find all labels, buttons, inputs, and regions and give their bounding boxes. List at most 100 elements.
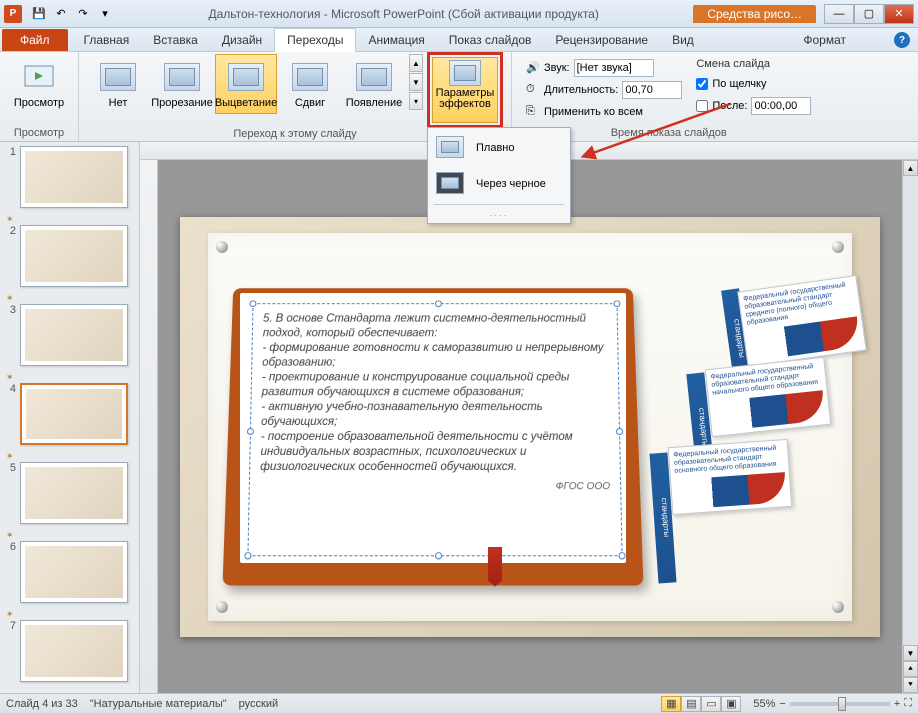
selection-handle[interactable] [613, 300, 620, 307]
thumbnail-7[interactable] [20, 620, 128, 682]
vertical-scrollbar[interactable]: ▲ ▼ ⯅ ⯆ [902, 160, 918, 693]
sound-icon: 🔊 [526, 61, 540, 75]
doc-card-1[interactable]: Федеральный государственный образователь… [737, 275, 866, 367]
slideshow-view-button[interactable]: ▣ [721, 696, 741, 712]
animation-indicator-icon[interactable]: ✶ [6, 451, 16, 462]
transition-cut[interactable]: Прорезание [151, 54, 213, 114]
after-checkbox[interactable] [696, 100, 708, 112]
doc-card-3[interactable]: Федеральный государственный образователь… [668, 438, 792, 514]
transition-wipe[interactable]: Появление [343, 54, 405, 114]
animation-indicator-icon[interactable]: ✶ [6, 214, 16, 225]
scroll-down-button[interactable]: ▼ [903, 645, 918, 661]
slide-thumbnails-panel: 1 ✶ 2 ✶ 3 ✶ 4 ✶ 5 ✶ 6 ✶ 7 [0, 142, 140, 693]
thumbnail-6[interactable] [20, 541, 128, 603]
pin-icon [216, 601, 228, 613]
minimize-button[interactable]: — [824, 4, 854, 24]
vertical-ruler[interactable] [140, 160, 158, 693]
transition-push[interactable]: Сдвиг [279, 54, 341, 114]
sorter-view-button[interactable]: ▤ [681, 696, 701, 712]
close-button[interactable]: ✕ [884, 4, 914, 24]
slide-canvas[interactable]: 5. В основе Стандарта лежит системно-дея… [158, 160, 902, 693]
selection-handle[interactable] [249, 300, 256, 307]
dropdown-item-smooth[interactable]: Плавно [430, 130, 568, 166]
theme-name[interactable]: "Натуральные материалы" [90, 698, 227, 710]
tab-file[interactable]: Файл [2, 29, 68, 51]
pin-icon [832, 241, 844, 253]
animation-indicator-icon[interactable]: ✶ [6, 609, 16, 620]
tab-design[interactable]: Дизайн [210, 29, 274, 51]
tab-transitions[interactable]: Переходы [274, 28, 356, 52]
qat-more-icon[interactable]: ▾ [96, 5, 114, 23]
gallery-up-button[interactable]: ▲ [409, 54, 423, 72]
scroll-up-button[interactable]: ▲ [903, 160, 918, 176]
help-icon[interactable]: ? [894, 32, 910, 48]
smooth-icon [436, 136, 466, 160]
tab-review[interactable]: Рецензирование [543, 29, 660, 51]
board-shape[interactable]: 5. В основе Стандарта лежит системно-дея… [208, 233, 852, 621]
duration-label: Длительность: [544, 84, 618, 96]
app-icon: P [4, 5, 22, 23]
thumbnail-1[interactable] [20, 146, 128, 208]
tab-animations[interactable]: Анимация [356, 29, 436, 51]
duration-input[interactable] [622, 81, 682, 99]
quick-access-toolbar: 💾 ↶ ↷ ▾ [30, 5, 114, 23]
zoom-out-button[interactable]: − [779, 698, 785, 710]
zoom-in-button[interactable]: + [894, 698, 900, 710]
preview-icon [19, 59, 59, 95]
doc-card-2[interactable]: Федеральный государственный образователь… [705, 356, 831, 436]
on-click-label: По щелчку [712, 78, 766, 90]
maximize-button[interactable]: ▢ [854, 4, 884, 24]
selected-textbox[interactable]: 5. В основе Стандарта лежит системно-дея… [247, 303, 622, 556]
prev-slide-button[interactable]: ⯅ [903, 661, 918, 677]
transition-none[interactable]: Нет [87, 54, 149, 114]
normal-view-button[interactable]: ▦ [661, 696, 681, 712]
on-click-checkbox[interactable] [696, 78, 708, 90]
zoom-level[interactable]: 55% [753, 698, 775, 710]
selection-handle[interactable] [247, 428, 254, 435]
dropdown-item-black[interactable]: Через черное [430, 166, 568, 202]
undo-icon[interactable]: ↶ [52, 5, 70, 23]
tab-view[interactable]: Вид [660, 29, 706, 51]
slide: 5. В основе Стандарта лежит системно-дея… [180, 217, 880, 637]
selection-handle[interactable] [435, 552, 442, 559]
apply-all-button[interactable]: ⎘ Применить ко всем [526, 102, 682, 122]
language-indicator[interactable]: русский [239, 698, 278, 710]
contextual-tab-label: Средства рисо… [693, 5, 816, 23]
dropdown-grip[interactable]: ···· [430, 210, 568, 221]
tab-home[interactable]: Главная [72, 29, 142, 51]
after-label: После: [712, 100, 747, 112]
zoom-slider-thumb[interactable] [838, 697, 846, 711]
selection-handle[interactable] [435, 300, 442, 307]
slide-counter[interactable]: Слайд 4 из 33 [6, 698, 78, 710]
book-shape[interactable]: 5. В основе Стандарта лежит системно-дея… [228, 283, 638, 583]
thumbnail-2[interactable] [20, 225, 128, 287]
thumbnail-5[interactable] [20, 462, 128, 524]
fit-window-button[interactable]: ⛶ [904, 697, 912, 710]
preview-button[interactable]: Просмотр [8, 54, 70, 114]
document-stack[interactable]: стандарты Федеральный государственный об… [622, 283, 822, 603]
reading-view-button[interactable]: ▭ [701, 696, 721, 712]
tab-insert[interactable]: Вставка [141, 29, 210, 51]
transition-fade[interactable]: Выцветание [215, 54, 277, 114]
animation-indicator-icon[interactable]: ✶ [6, 372, 16, 383]
advance-title: Смена слайда [696, 58, 811, 70]
tab-slideshow[interactable]: Показ слайдов [437, 29, 544, 51]
transition-push-icon [292, 63, 328, 91]
tab-format[interactable]: Формат [791, 29, 858, 51]
duration-icon: ⏱ [526, 83, 540, 97]
zoom-slider[interactable] [790, 702, 890, 706]
save-icon[interactable]: 💾 [30, 5, 48, 23]
gallery-more-button[interactable]: ▾ [409, 92, 423, 110]
next-slide-button[interactable]: ⯆ [903, 677, 918, 693]
after-input[interactable] [751, 97, 811, 115]
through-black-icon [436, 172, 466, 196]
effect-options-button[interactable]: Параметры эффектов [432, 57, 498, 123]
animation-indicator-icon[interactable]: ✶ [6, 293, 16, 304]
animation-indicator-icon[interactable]: ✶ [6, 530, 16, 541]
selection-handle[interactable] [244, 552, 251, 559]
redo-icon[interactable]: ↷ [74, 5, 92, 23]
thumbnail-4[interactable] [20, 383, 128, 445]
sound-select[interactable] [574, 59, 654, 77]
gallery-down-button[interactable]: ▼ [409, 73, 423, 91]
thumbnail-3[interactable] [20, 304, 128, 366]
